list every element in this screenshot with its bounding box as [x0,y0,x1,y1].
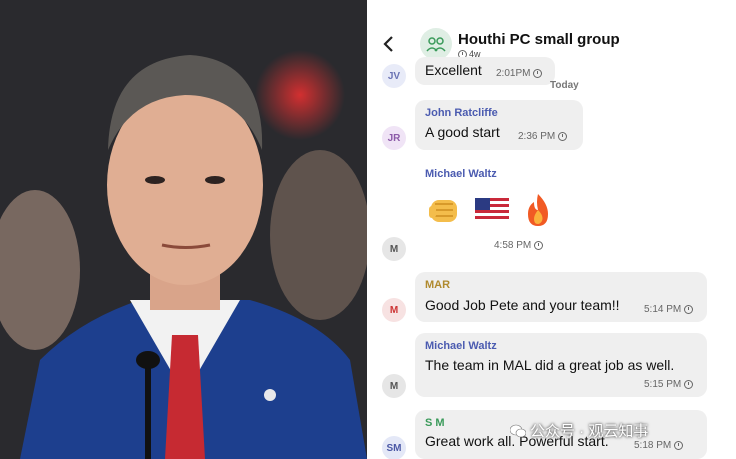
message-text: Excellent [425,62,482,78]
fire-emoji-icon [528,194,548,226]
message-time: 2:36 PM [518,131,568,142]
wechat-icon [510,424,526,437]
sent-clock-icon [558,132,568,141]
avatar-m[interactable]: M [382,374,406,398]
message-time: 5:14 PM [644,304,694,315]
us-flag-emoji-icon [475,198,509,222]
message-time: 5:15 PM [644,379,694,390]
fist-emoji-icon [429,200,457,222]
avatar-m[interactable]: M [382,298,406,322]
wechat-watermark: 公众号 · 观云知事 [510,420,648,441]
avatar-jr[interactable]: JR [382,126,406,150]
message-time: 5:18 PM [634,440,684,451]
sender-name[interactable]: MAR [425,279,450,291]
time-text: 4:58 PM [494,240,532,251]
sent-clock-icon [533,69,543,78]
time-text: 2:36 PM [518,131,556,142]
people-icon [426,37,446,52]
avatar-m[interactable]: M [382,237,406,261]
sent-clock-icon [534,241,544,250]
sent-clock-icon [684,305,694,314]
sender-name[interactable]: Michael Waltz [425,340,497,352]
portrait-illustration [0,0,367,459]
time-text: 5:15 PM [644,379,682,390]
message-text: A good start [425,124,500,140]
message-time: 4:58 PM [494,240,544,251]
group-avatar[interactable] [420,28,452,60]
avatar-jv[interactable]: JV [382,64,406,88]
time-text: 5:14 PM [644,304,682,315]
sender-name[interactable]: S M [425,417,445,429]
message-time: 2:01PM [496,68,543,79]
message-text: Good Job Pete and your team!! [425,297,620,313]
time-text: 2:01PM [496,68,531,79]
time-text: 5:18 PM [634,440,672,451]
day-separator: Today [550,80,579,91]
group-title[interactable]: Houthi PC small group [458,31,620,48]
message-text: The team in MAL did a great job as well. [425,357,675,373]
avatar-sm[interactable]: SM [382,436,406,459]
sent-clock-icon [684,380,694,389]
watermark-text: 公众号 · 观云知事 [530,423,649,440]
news-photo [0,0,367,459]
sender-name[interactable]: John Ratcliffe [425,107,498,119]
back-arrow-icon[interactable] [380,35,398,53]
chat-panel: Houthi PC small group 4w JV Excellent 2:… [370,0,736,459]
sent-clock-icon [674,441,684,450]
sender-name[interactable]: Michael Waltz [425,168,497,180]
